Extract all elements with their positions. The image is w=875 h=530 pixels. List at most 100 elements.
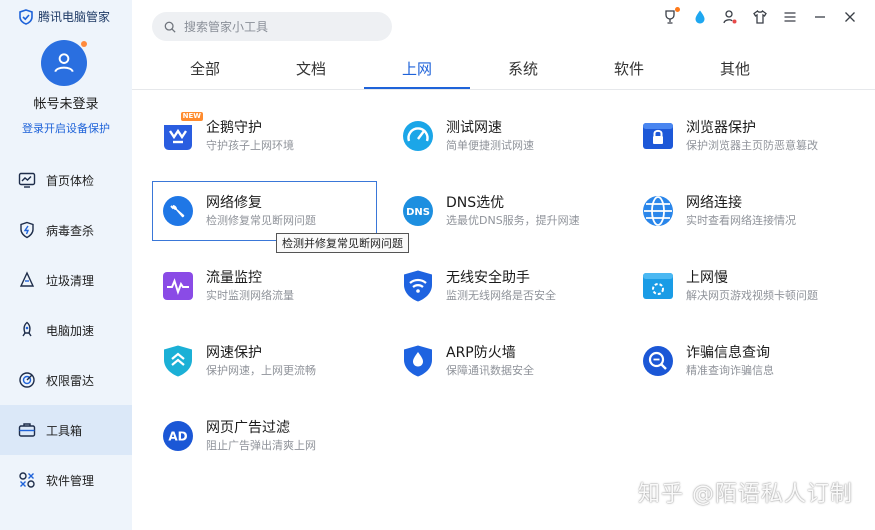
apps-icon: [19, 472, 35, 488]
sidebar-item-label: 权限雷达: [46, 373, 95, 388]
sidebar-item-speedup[interactable]: 电脑加速: [0, 305, 132, 355]
tool-name: ARP防火墙: [446, 345, 516, 361]
app-brand: 腾讯电脑管家: [18, 8, 110, 25]
new-badge: NEW: [180, 112, 203, 121]
tool-description: 保护网速，上网更流畅: [206, 364, 316, 377]
speed-shield-icon: [161, 344, 195, 378]
tool-name: 网页广告过滤: [206, 420, 290, 436]
ad-filter-icon: AD: [161, 419, 195, 453]
tool-name: 网络修复: [206, 195, 262, 211]
slow-loading-icon: [641, 269, 675, 303]
tool-name: 上网慢: [686, 270, 728, 286]
tab-documents[interactable]: 文档: [258, 52, 364, 89]
avatar[interactable]: [41, 40, 87, 86]
tool-description: 保障通讯数据安全: [446, 364, 534, 377]
close-button[interactable]: [841, 8, 859, 26]
app-title: 腾讯电脑管家: [38, 10, 111, 24]
tool-name: 测试网速: [446, 120, 502, 136]
sidebar-item-checkup[interactable]: 首页体检: [0, 155, 132, 205]
search-bar: [152, 12, 392, 41]
tab-all[interactable]: 全部: [152, 52, 258, 89]
tool-description: 守护孩子上网环境: [206, 139, 294, 152]
tab-internet[interactable]: 上网: [364, 52, 470, 89]
notification-dot: [81, 41, 87, 47]
wifi-shield-icon: [401, 269, 435, 303]
tool-arp-firewall[interactable]: ARP防火墙 保障通讯数据安全: [392, 331, 617, 391]
toolbox-icon: [18, 423, 36, 437]
tool-name: 浏览器保护: [686, 120, 756, 136]
wrench-globe-icon: [161, 194, 195, 228]
minimize-icon: [815, 16, 825, 18]
close-icon: [845, 12, 855, 22]
menu-button[interactable]: [781, 8, 799, 26]
tool-description: 实时监测网络流量: [206, 289, 294, 302]
broom-icon: [19, 271, 35, 287]
speedometer-icon: [401, 119, 435, 153]
tab-system[interactable]: 系统: [470, 52, 576, 89]
shield-bolt-icon: [20, 221, 34, 239]
watermark: 知乎 @陌语私人订制: [638, 482, 853, 507]
tab-other[interactable]: 其他: [682, 52, 788, 89]
menu-icon: [784, 12, 796, 22]
username: 帐号未登录: [33, 97, 99, 112]
penguin-guard-icon: NEW: [161, 112, 203, 153]
tool-dns-optimize[interactable]: DNS DNS选优 选最优DNS服务，提升网速: [392, 181, 617, 241]
shield-logo-icon: [19, 8, 33, 25]
trophy-button[interactable]: [661, 7, 680, 26]
sidebar-item-software[interactable]: 软件管理: [0, 455, 132, 505]
tool-slow-internet[interactable]: 上网慢 解决网页游戏视频卡顿问题: [632, 256, 857, 316]
tool-description: 阻止广告弹出清爽上网: [206, 439, 316, 452]
skin-button[interactable]: [751, 8, 769, 26]
sidebar-item-virus-scan[interactable]: 病毒查杀: [0, 205, 132, 255]
tab-software[interactable]: 软件: [576, 52, 682, 89]
sidebar-item-permission-radar[interactable]: 权限雷达: [0, 355, 132, 405]
sidebar: 腾讯电脑管家 帐号未登录 登录开启设备保护 首页体检 病毒查杀 垃圾清理 电脑加…: [0, 0, 132, 530]
tool-browser-protect[interactable]: 浏览器保护 保护浏览器主页防恶意篡改: [632, 106, 857, 166]
category-tabs: 全部 文档 上网 系统 软件 其他: [152, 52, 788, 92]
tool-network-connection[interactable]: 网络连接 实时查看网络连接情况: [632, 181, 857, 241]
user-settings-button[interactable]: [721, 8, 739, 26]
tool-fraud-check[interactable]: 诈骗信息查询 精准查询诈骗信息: [632, 331, 857, 391]
tool-name: 企鹅守护: [206, 120, 262, 136]
sidebar-item-label: 电脑加速: [46, 323, 95, 338]
sidebar-item-label: 首页体检: [46, 173, 95, 188]
tool-description: 监测无线网络是否安全: [446, 289, 556, 302]
sidebar-item-label: 软件管理: [46, 473, 95, 488]
search-input[interactable]: [184, 19, 374, 34]
tool-name: 网络连接: [686, 195, 742, 211]
minimize-button[interactable]: [811, 8, 829, 26]
window-controls: [661, 7, 859, 26]
tool-description: 实时查看网络连接情况: [686, 214, 796, 227]
tool-name: DNS选优: [446, 195, 505, 211]
tool-description: 解决网页游戏视频卡顿问题: [686, 289, 818, 302]
sidebar-item-cleanup[interactable]: 垃圾清理: [0, 255, 132, 305]
browser-lock-icon: [641, 119, 675, 153]
sidebar-item-label: 垃圾清理: [46, 273, 95, 288]
globe-icon: [641, 194, 675, 228]
tool-traffic-monitor[interactable]: 流量监控 实时监测网络流量: [152, 256, 377, 316]
water-drop-icon: [695, 10, 705, 24]
traffic-monitor-icon: [161, 269, 195, 303]
rocket-icon: [22, 321, 32, 337]
user-icon: [54, 53, 74, 73]
tool-description: 选最优DNS服务，提升网速: [446, 214, 580, 227]
notification-dot: [675, 7, 680, 12]
tshirt-icon: [753, 9, 767, 24]
tooltip: 检测并修复常见断网问题: [276, 233, 409, 253]
tool-speed-protect[interactable]: 网速保护 保护网速，上网更流畅: [152, 331, 377, 391]
tool-name: 诈骗信息查询: [686, 345, 770, 361]
water-drop-button[interactable]: [691, 8, 709, 26]
radar-icon: [19, 372, 35, 388]
tool-penguin-guard[interactable]: NEW 企鹅守护 守护孩子上网环境: [152, 106, 377, 166]
tool-network-repair[interactable]: 网络修复 检测修复常见断网问题: [152, 181, 377, 241]
divider: [132, 89, 875, 90]
tool-wifi-security[interactable]: 无线安全助手 监测无线网络是否安全: [392, 256, 617, 316]
sidebar-item-toolbox[interactable]: 工具箱: [0, 405, 132, 455]
tool-ad-filter[interactable]: AD 网页广告过滤 阻止广告弹出清爽上网: [152, 406, 377, 466]
tool-speed-test[interactable]: 测试网速 简单便捷测试网速: [392, 106, 617, 166]
firewall-drop-icon: [401, 344, 435, 378]
tool-name: 无线安全助手: [446, 270, 530, 286]
tool-description: 简单便捷测试网速: [446, 139, 534, 152]
login-link[interactable]: 登录开启设备保护: [0, 120, 132, 136]
tool-description: 检测修复常见断网问题: [206, 214, 316, 227]
